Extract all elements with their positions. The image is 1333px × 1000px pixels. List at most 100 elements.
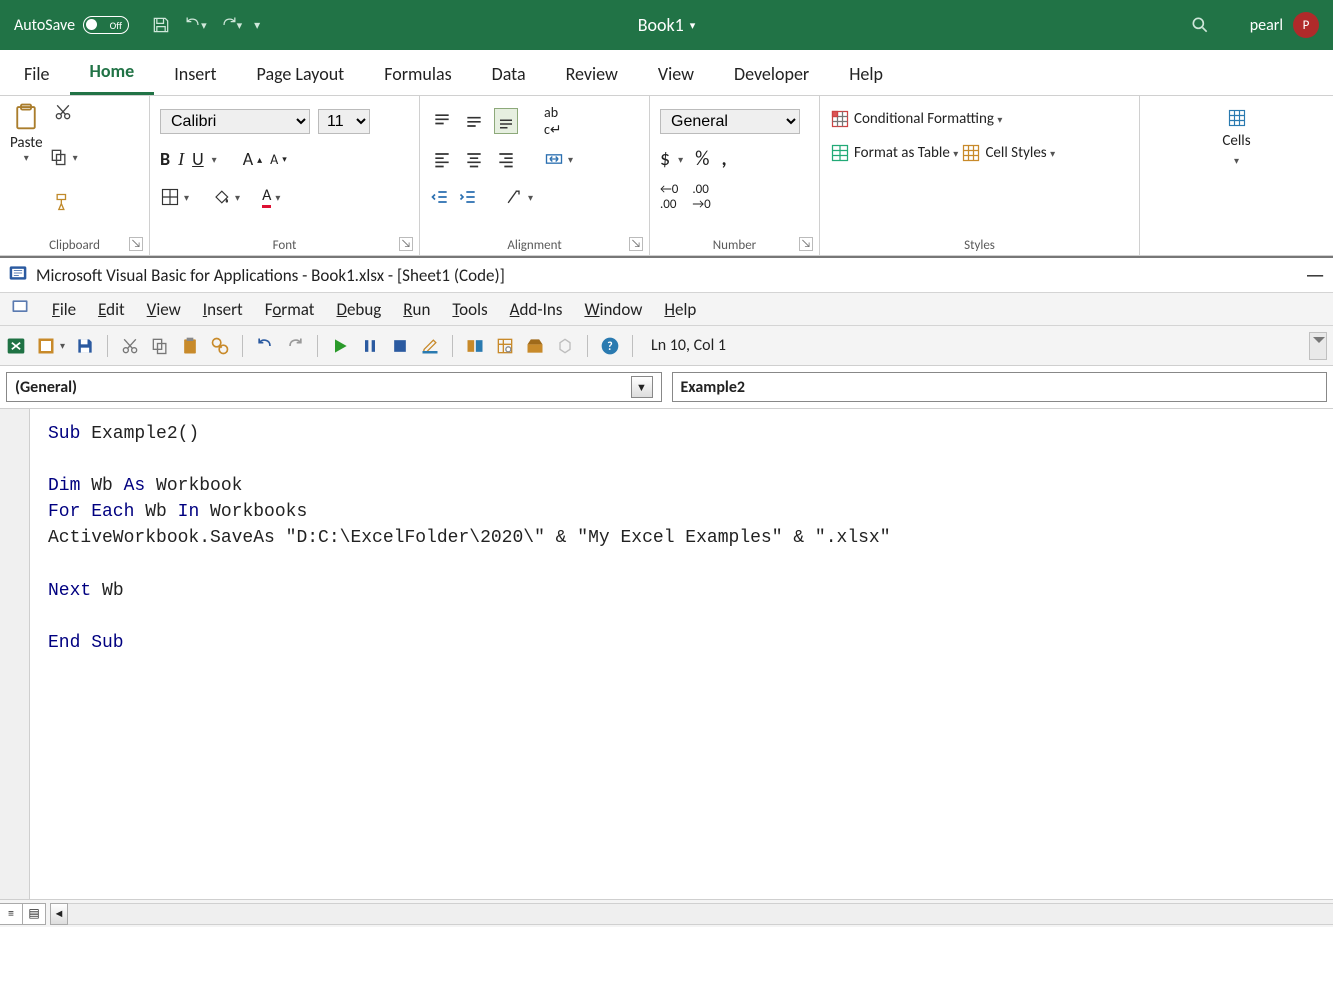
tab-file[interactable]: File — [4, 55, 70, 95]
format-painter-icon[interactable] — [49, 192, 78, 212]
tab-view[interactable]: View — [638, 55, 714, 95]
tab-insert[interactable]: Insert — [154, 55, 236, 95]
full-module-view-icon[interactable]: ▤ — [22, 903, 46, 925]
view-excel-icon[interactable] — [6, 336, 26, 356]
design-mode-icon[interactable] — [420, 336, 440, 356]
italic-button[interactable]: I — [178, 149, 184, 170]
align-bottom-icon[interactable] — [494, 108, 518, 134]
cut-icon[interactable] — [120, 336, 140, 356]
paste-icon[interactable] — [180, 336, 200, 356]
procedure-view-icon[interactable]: ≡ — [0, 903, 23, 925]
tab-help[interactable]: Help — [829, 55, 903, 95]
percent-icon[interactable]: % — [695, 147, 709, 171]
help-icon[interactable]: ? — [600, 336, 620, 356]
decrease-font-icon[interactable]: A▾ — [270, 151, 287, 168]
tab-data[interactable]: Data — [472, 55, 546, 95]
qat-customize-icon[interactable]: ▾ — [254, 18, 260, 33]
tab-developer[interactable]: Developer — [714, 55, 829, 95]
autosave-switch[interactable]: Off — [83, 16, 129, 34]
vba-menu-format[interactable]: Format — [265, 299, 315, 320]
tab-home[interactable]: Home — [70, 52, 155, 95]
font-size-select[interactable]: 11 — [318, 109, 370, 134]
scroll-left-icon[interactable]: ◄ — [50, 903, 68, 925]
insert-module-icon[interactable]: ▾ — [36, 336, 65, 356]
find-icon[interactable] — [210, 336, 230, 356]
orientation-icon[interactable]: ▾ — [504, 187, 533, 207]
undo-icon[interactable]: ▾ — [183, 15, 207, 35]
vba-menu-file[interactable]: File — [52, 299, 76, 320]
number-format-select[interactable]: General — [660, 109, 800, 134]
clipboard-icon — [11, 102, 41, 135]
align-top-icon[interactable] — [430, 111, 454, 131]
bold-button[interactable]: B — [160, 148, 170, 170]
dialog-launcher-icon[interactable]: ↘ — [129, 237, 143, 251]
paste-button[interactable]: Paste ▾ — [10, 102, 43, 212]
increase-font-icon[interactable]: A▴ — [243, 148, 262, 170]
merge-center-icon[interactable]: ▾ — [544, 149, 573, 169]
increase-indent-icon[interactable] — [458, 187, 478, 207]
vba-menu-view[interactable]: View — [147, 299, 181, 320]
workbook-name[interactable]: Book1▾ — [638, 14, 696, 36]
wrap-text-icon[interactable]: abc↵ — [544, 104, 562, 138]
vba-menu-tools[interactable]: Tools — [452, 299, 487, 320]
autosave-toggle[interactable]: AutoSave Off — [14, 16, 129, 35]
align-right-icon[interactable] — [494, 149, 518, 169]
underline-button[interactable]: U — [192, 148, 204, 170]
currency-icon[interactable]: $▾ — [660, 147, 683, 171]
toolbar-overflow-icon[interactable] — [1309, 332, 1327, 360]
cell-styles-button[interactable]: Cell Styles ▾ — [961, 136, 1055, 170]
font-color-icon[interactable]: A▾ — [262, 186, 280, 208]
margin-indicator-bar[interactable] — [0, 409, 30, 899]
code-pane: Sub Example2() Dim Wb As WorkbookFor Eac… — [0, 409, 1333, 899]
project-explorer-icon[interactable] — [465, 336, 485, 356]
align-left-icon[interactable] — [430, 149, 454, 169]
tab-formulas[interactable]: Formulas — [364, 55, 471, 95]
dialog-launcher-icon[interactable]: ↘ — [399, 237, 413, 251]
cut-icon[interactable] — [49, 102, 78, 122]
vba-system-icon[interactable] — [10, 297, 30, 322]
break-icon[interactable] — [360, 336, 380, 356]
format-as-table-button[interactable]: Format as Table ▾ — [830, 136, 958, 170]
minimize-icon[interactable]: — — [1305, 270, 1325, 280]
fill-color-icon[interactable]: ▾ — [211, 187, 240, 207]
search-icon[interactable] — [1190, 15, 1210, 35]
vba-menu-edit[interactable]: Edit — [98, 299, 125, 320]
vba-menu-help[interactable]: Help — [664, 299, 696, 320]
account-button[interactable]: pearl P — [1250, 12, 1319, 38]
save-icon[interactable] — [151, 15, 171, 35]
run-icon[interactable] — [330, 336, 350, 356]
vba-menu-add-ins[interactable]: Add-Ins — [510, 299, 563, 320]
copy-icon[interactable] — [150, 336, 170, 356]
copy-icon[interactable]: ▾ — [49, 147, 78, 167]
horizontal-scrollbar[interactable] — [68, 903, 1333, 925]
object-browser-icon[interactable] — [525, 336, 545, 356]
dialog-launcher-icon[interactable]: ↘ — [629, 237, 643, 251]
vba-menu-insert[interactable]: Insert — [203, 299, 243, 320]
dialog-launcher-icon[interactable]: ↘ — [799, 237, 813, 251]
toolbox-icon[interactable] — [555, 336, 575, 356]
vba-menu-window[interactable]: Window — [584, 299, 642, 320]
redo-icon[interactable]: ▾ — [219, 15, 243, 35]
undo-icon[interactable] — [255, 336, 275, 356]
tab-page-layout[interactable]: Page Layout — [237, 55, 365, 95]
object-dropdown[interactable]: (General)▼ — [6, 372, 662, 402]
font-name-select[interactable]: Calibri — [160, 109, 310, 134]
redo-icon[interactable] — [285, 336, 305, 356]
increase-decimal-icon[interactable]: ←0.00 — [660, 182, 678, 212]
procedure-dropdown[interactable]: Example2 — [672, 372, 1328, 402]
vba-menu-debug[interactable]: Debug — [336, 299, 381, 320]
save-icon[interactable] — [75, 336, 95, 356]
decrease-indent-icon[interactable] — [430, 187, 450, 207]
conditional-formatting-button[interactable]: Conditional Formatting ▾ — [830, 102, 1002, 136]
comma-style-icon[interactable]: , — [721, 147, 726, 171]
properties-icon[interactable] — [495, 336, 515, 356]
borders-icon[interactable]: ▾ — [160, 187, 189, 207]
cells-button[interactable]: Cells ▾ — [1150, 108, 1323, 167]
decrease-decimal-icon[interactable]: .00→0 — [692, 182, 710, 212]
code-editor[interactable]: Sub Example2() Dim Wb As WorkbookFor Eac… — [30, 409, 1333, 899]
tab-review[interactable]: Review — [546, 55, 638, 95]
align-middle-icon[interactable] — [462, 111, 486, 131]
vba-menu-run[interactable]: Run — [403, 299, 430, 320]
align-center-icon[interactable] — [462, 149, 486, 169]
reset-icon[interactable] — [390, 336, 410, 356]
